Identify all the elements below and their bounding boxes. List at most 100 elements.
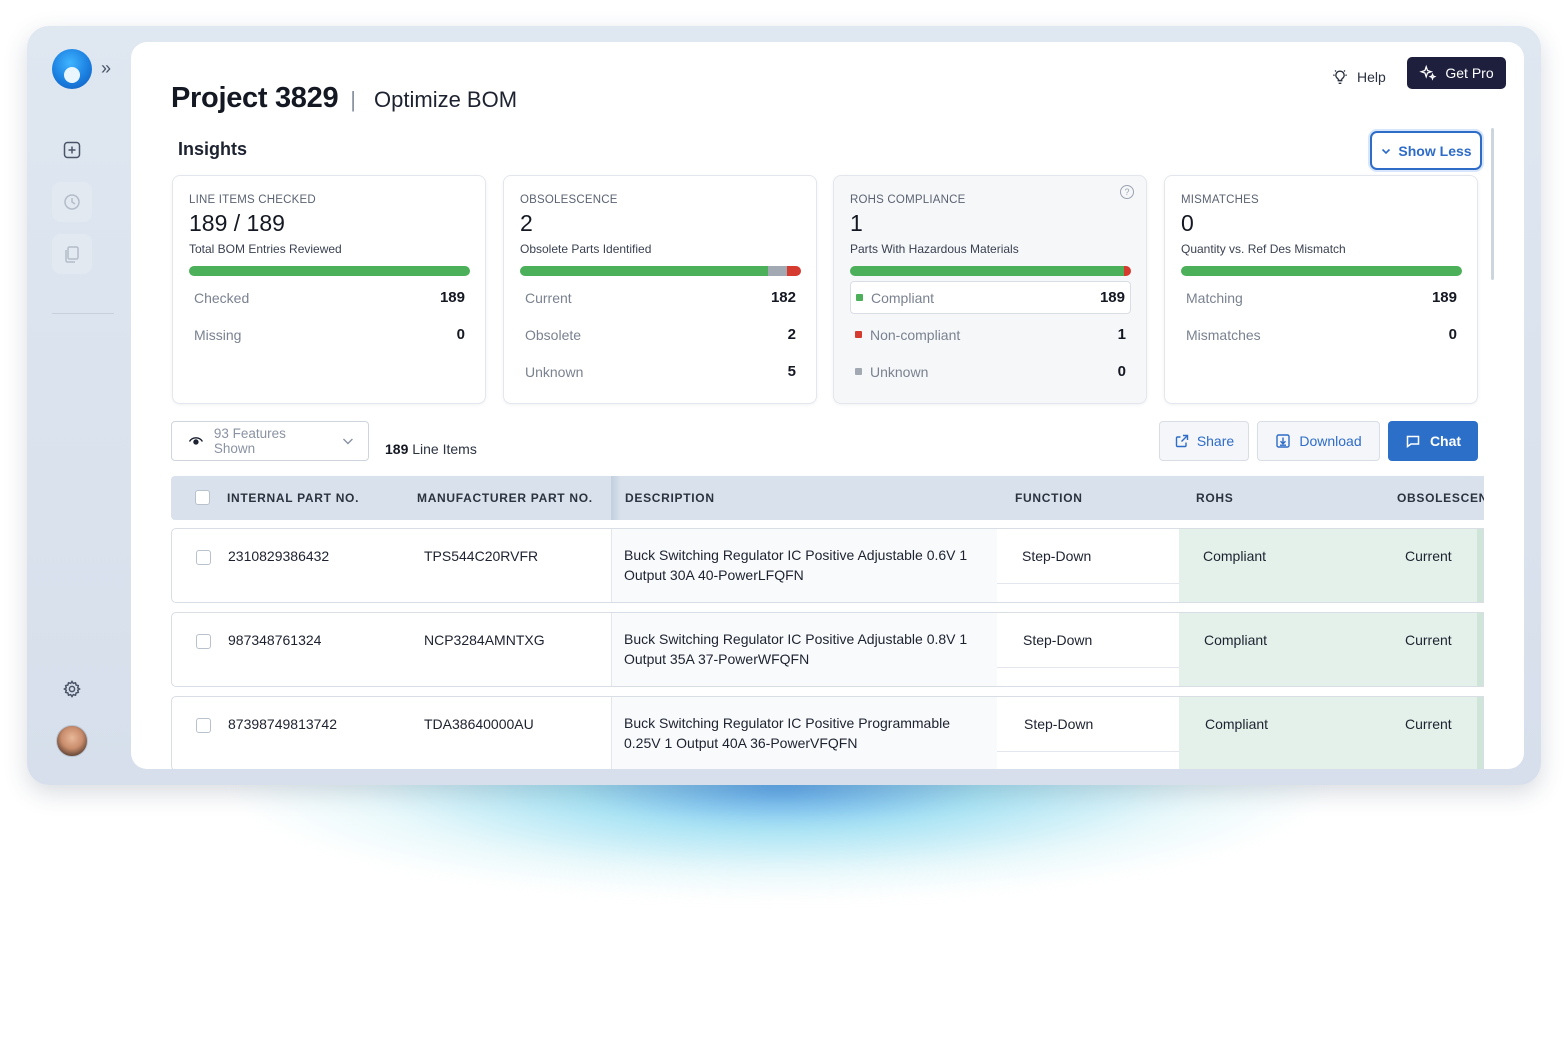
column-header-description[interactable]: DESCRIPTION [625,491,715,505]
stat-value: 5 [787,363,796,380]
stat-label: Current [525,289,572,306]
card-value: 189 / 189 [189,210,285,236]
stat-row-unknown[interactable]: Unknown 0 [850,355,1131,388]
rohs-cell: Compliant [1205,716,1269,732]
insights-heading: Insights [178,139,248,159]
chat-button[interactable]: Chat [1388,421,1478,461]
legend-dot [855,368,862,375]
new-project-button[interactable] [52,130,92,170]
stat-row-non-compliant[interactable]: Non-compliant 1 [850,318,1131,351]
stat-label: Matching [1186,289,1243,306]
row-checkbox[interactable] [196,718,211,733]
gear-icon [63,680,81,698]
column-header-function[interactable]: FUNCTION [1015,491,1083,505]
column-header-rohs[interactable]: ROHS [1196,491,1233,505]
get-pro-button[interactable]: Get Pro [1407,57,1506,89]
function-cell: Step-Down [1024,716,1094,732]
status-cell-bg [1179,697,1483,769]
progress-bar [1181,266,1462,276]
help-button[interactable]: Help [1331,64,1386,90]
chat-label: Chat [1429,433,1462,449]
share-icon [1175,434,1189,448]
show-less-label: Show Less [1398,142,1472,159]
help-label: Help [1357,69,1386,85]
status-cell-edge [1477,529,1483,602]
table-row[interactable]: 87398749813742 TDA38640000AU Buck Switch… [171,696,1484,769]
stat-value: 189 [439,289,465,306]
share-label: Share [1196,433,1235,449]
stat-value: 189 [1431,289,1457,306]
progress-segment [786,266,801,276]
scrollbar[interactable] [1491,128,1494,280]
manufacturer-part-cell: TPS544C20RVFR [424,548,539,564]
stat-row-compliant[interactable]: Compliant 189 [850,281,1131,314]
stat-label: Mismatches [1186,326,1261,343]
download-icon [1276,434,1291,448]
download-button[interactable]: Download [1257,421,1380,461]
stat-value: 182 [770,289,796,306]
documents-button[interactable] [52,234,92,274]
double-chevron-right-icon[interactable]: » [101,59,111,77]
share-button[interactable]: Share [1159,421,1249,461]
history-button[interactable] [52,182,92,222]
stat-label-wrap: Non-compliant [855,327,960,343]
question-circle-icon[interactable]: ? [1120,185,1134,199]
line-items-count: 189 Line Items [385,441,477,457]
description-cell: Buck Switching Regulator IC Positive Pro… [624,715,951,751]
select-all-checkbox[interactable] [195,490,210,505]
avatar[interactable] [56,725,88,757]
stat-row-checked: Checked 189 [189,281,470,314]
stat-value: 189 [1099,289,1125,306]
mismatches-card: MISMATCHES 0 Quantity vs. Ref Des Mismat… [1164,175,1478,404]
table-header: INTERNAL PART NO. MANUFACTURER PART NO. … [171,476,1484,520]
rohs-compliance-card: ? ROHS COMPLIANCE 1 Parts With Hazardous… [833,175,1147,404]
stat-row-mismatches: Mismatches 0 [1181,318,1462,351]
show-less-button[interactable]: Show Less [1370,131,1482,170]
table-row[interactable]: 987348761324 NCP3284AMNTXG Buck Switchin… [171,612,1484,687]
row-checkbox[interactable] [196,550,211,565]
table-row[interactable]: 2310829386432 TPS544C20RVFR Buck Switchi… [171,528,1484,603]
rohs-cell: Compliant [1204,632,1268,648]
stat-value: 0 [1448,326,1457,343]
column-header-internal-part[interactable]: INTERNAL PART NO. [227,491,359,505]
sticky-column-shadow [611,476,621,520]
column-header-manufacturer-part[interactable]: MANUFACTURER PART NO. [417,491,593,505]
background-glow [90,760,1470,1020]
card-label: OBSOLESCENCE [520,194,618,206]
obsolescence-card: OBSOLESCENCE 2 Obsolete Parts Identified… [503,175,817,404]
app-logo[interactable] [52,49,92,89]
page-subtitle: Optimize BOM [374,87,518,112]
project-title: Project 3829 [171,82,339,114]
get-pro-label: Get Pro [1445,65,1494,81]
chat-bubble-icon [1406,435,1420,448]
card-value: 2 [520,210,533,236]
features-shown-dropdown[interactable]: 93 Features Shown [171,421,369,461]
function-cell: Step-Down [1022,548,1092,564]
stat-label: Checked [194,289,250,306]
row-checkbox[interactable] [196,634,211,649]
stat-label: Unknown [870,363,929,380]
progress-segment [1123,266,1131,276]
progress-segment [768,266,787,276]
obsolescence-cell: Current [1405,548,1452,564]
card-label: MISMATCHES [1181,194,1259,206]
stat-label-wrap: Unknown [855,364,928,380]
column-header-obsolescence[interactable]: OBSOLESCENCE [1397,491,1484,505]
stat-row-current: Current 182 [520,281,801,314]
stat-value: 0 [456,326,465,343]
obsolescence-cell: Current [1405,716,1452,732]
features-shown-label: 93 Features Shown [213,426,286,456]
settings-button[interactable] [52,669,92,709]
progress-segment [520,266,769,276]
internal-part-cell: 2310829386432 [228,548,330,564]
stat-label: Unknown [525,363,584,380]
sparkle-icon [1419,64,1437,81]
eye-icon [188,437,203,445]
chevron-down-icon [343,438,354,445]
legend-dot [855,331,862,338]
stat-label: Non-compliant [870,326,961,343]
stat-row-unknown: Unknown 5 [520,355,801,388]
stat-value: 0 [1117,363,1126,380]
line-items-number: 189 [385,441,409,457]
internal-part-cell: 87398749813742 [228,716,338,732]
